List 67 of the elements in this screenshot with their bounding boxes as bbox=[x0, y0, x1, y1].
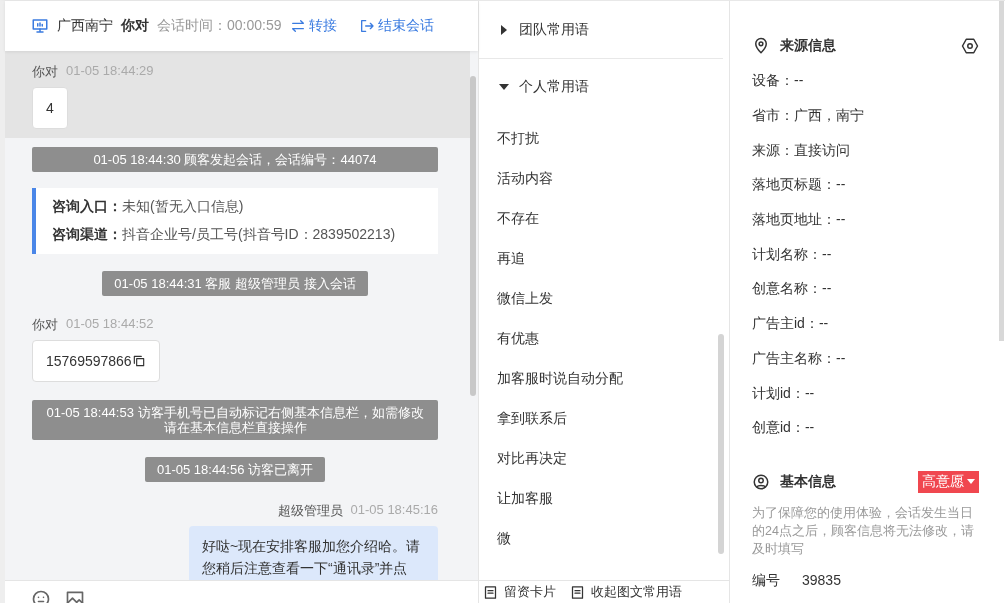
section-title: 基本信息 bbox=[780, 472, 837, 491]
system-notice: 01-05 18:44:53 访客手机号已自动标记右侧基本信息栏，如需修改请在基本信息栏直接操作 bbox=[32, 400, 438, 440]
toolbar-button[interactable]: 收起图文常用语 bbox=[570, 583, 682, 601]
field-label: 编号 bbox=[752, 571, 780, 590]
notice-text: 为了保障您的使用体验，会话发生当日的24点之后，顾客信息将无法修改，请及时填写 bbox=[752, 504, 975, 558]
system-notice: 01-05 18:44:30 顾客发起会话，会话编号：44074 bbox=[32, 147, 438, 172]
section-title: 来源信息 bbox=[780, 37, 837, 55]
settings-icon bbox=[961, 37, 979, 55]
message-time: 01-05 18:45:16 bbox=[350, 502, 438, 519]
field-value: 39835 bbox=[802, 571, 841, 590]
toolbar-button[interactable]: 留资卡片 bbox=[483, 583, 556, 601]
message-bubble: 15769597866 bbox=[32, 340, 160, 382]
exit-icon bbox=[358, 18, 375, 34]
location-pin-icon bbox=[752, 37, 770, 55]
caret-icon bbox=[499, 82, 509, 92]
message-bubble: 4 bbox=[32, 87, 68, 129]
source-field: 计划名称：-- bbox=[752, 237, 979, 273]
source-field: 广告主id：-- bbox=[752, 306, 979, 342]
scrollbar[interactable] bbox=[718, 334, 724, 554]
phrase-item[interactable]: 活动内容 bbox=[479, 158, 718, 198]
message-bubble: 好哒~现在安排客服加您介绍哈。请您稍后注意查看一下“通讯录”并点 bbox=[189, 526, 438, 580]
source-field: 落地页地址：-- bbox=[752, 202, 979, 238]
emoji-icon bbox=[31, 589, 51, 603]
phrase-item[interactable]: 加客服时说自动分配 bbox=[479, 358, 718, 398]
phrase-item[interactable]: 拿到联系后 bbox=[479, 398, 718, 438]
sender-name: 你对 bbox=[32, 316, 58, 334]
phrase-item[interactable]: 不打扰 bbox=[479, 118, 718, 158]
phrase-item[interactable]: 对比再决定 bbox=[479, 438, 718, 478]
monitor-icon bbox=[31, 17, 49, 35]
document-icon bbox=[570, 584, 585, 600]
sender-name: 你对 bbox=[32, 63, 58, 81]
phrase-item[interactable]: 微信上发 bbox=[479, 278, 718, 318]
source-field: 来源：直接访问 bbox=[752, 133, 979, 169]
caret-icon bbox=[499, 24, 509, 35]
source-field: 广告主名称：-- bbox=[752, 341, 979, 377]
visitor-location: 广西南宁 bbox=[57, 17, 113, 35]
source-field: 创意id：-- bbox=[752, 410, 979, 446]
intent-tag[interactable]: 高意愿 bbox=[918, 470, 979, 493]
visitor-name: 你对 bbox=[121, 17, 149, 35]
user-icon bbox=[752, 472, 770, 491]
phrase-item[interactable]: 有优惠 bbox=[479, 318, 718, 358]
phrase-item[interactable]: 让加客服 bbox=[479, 478, 718, 518]
end-session-button[interactable]: 结束会话 bbox=[358, 17, 434, 35]
entry-info-line: 咨询入口：未知(暂无入口信息) bbox=[52, 198, 245, 216]
swap-icon bbox=[289, 18, 306, 34]
caret-icon bbox=[967, 478, 975, 485]
source-field: 计划id：-- bbox=[752, 376, 979, 411]
system-notice: 01-05 18:44:31 客服 超级管理员 接入会话 bbox=[102, 271, 368, 296]
message-time: 01-05 18:44:29 bbox=[66, 63, 154, 80]
source-field: 省市：广西，南宁 bbox=[752, 98, 979, 134]
source-field: 设备：-- bbox=[752, 64, 979, 99]
scrollbar[interactable] bbox=[999, 1, 1004, 341]
scrollbar[interactable] bbox=[470, 76, 476, 396]
entry-info-line: 咨询渠道：抖音企业号/员工号(抖音号ID：2839502213) bbox=[52, 226, 397, 244]
copy-icon bbox=[131, 354, 146, 368]
source-field: 落地页标题：-- bbox=[752, 168, 979, 203]
phrase-item[interactable]: 再追 bbox=[479, 238, 718, 278]
phrase-item[interactable]: 不存在 bbox=[479, 198, 718, 238]
transfer-button[interactable]: 转接 bbox=[289, 17, 337, 35]
image-icon bbox=[65, 589, 85, 603]
document-icon bbox=[483, 584, 498, 600]
phrase-item[interactable]: 微 bbox=[479, 518, 718, 558]
system-notice: 01-05 18:44:56 访客已离开 bbox=[144, 457, 326, 482]
sender-name: 超级管理员 bbox=[277, 502, 343, 520]
session-duration: 会话时间：00:00:59 bbox=[157, 17, 282, 35]
source-field: 创意名称：-- bbox=[752, 272, 979, 307]
message-time: 01-05 18:44:52 bbox=[66, 316, 154, 333]
